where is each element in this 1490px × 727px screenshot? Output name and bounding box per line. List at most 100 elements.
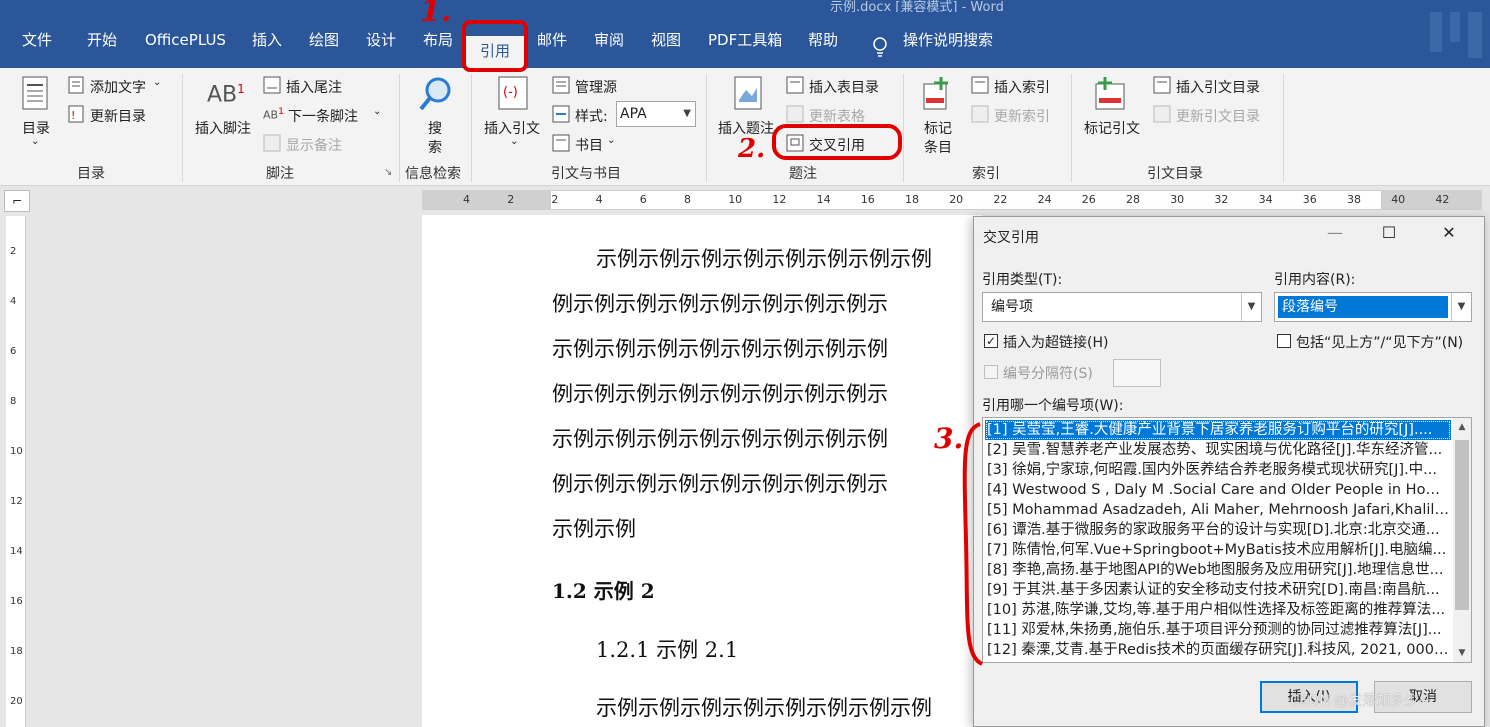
list-scrollbar[interactable]: ▲ ▼ bbox=[1453, 418, 1471, 662]
reference-content-select[interactable]: 段落编号 ▼ bbox=[1274, 292, 1472, 322]
list-item[interactable]: [12] 秦溧,艾青.基于Redis技术的页面缓存研究[J].科技风, 2021… bbox=[985, 640, 1451, 660]
search-button-line2[interactable]: 索 bbox=[428, 137, 442, 157]
tab-draw[interactable]: 绘图 bbox=[309, 26, 339, 54]
chevron-down-icon[interactable]: ⌄ bbox=[510, 136, 518, 147]
doc-line: 示例示例示例示例示例示例示例示例 bbox=[552, 337, 888, 361]
tab-insert[interactable]: 插入 bbox=[252, 26, 282, 54]
minimize-icon[interactable]: — bbox=[1320, 223, 1350, 247]
hyperlink-checkbox[interactable]: ✓ bbox=[984, 334, 998, 348]
tab-home[interactable]: 开始 bbox=[87, 26, 117, 54]
reference-type-value: 编号项 bbox=[991, 299, 1033, 315]
ruler-number: 6 bbox=[639, 193, 647, 206]
mark-entry-button-line2[interactable]: 条目 bbox=[924, 137, 952, 157]
tab-layout[interactable]: 布局 bbox=[423, 26, 453, 54]
toc-button[interactable]: 目录 bbox=[22, 118, 50, 138]
tab-mailings[interactable]: 邮件 bbox=[537, 26, 567, 54]
dropdown-arrow-icon: ▼ bbox=[683, 108, 691, 119]
ruler-number: 10 bbox=[10, 446, 23, 457]
tab-review[interactable]: 审阅 bbox=[594, 26, 624, 54]
vertical-ruler[interactable]: 2 4 6 8 10 12 14 16 18 20 bbox=[6, 216, 26, 727]
search-button-line1[interactable]: 搜 bbox=[428, 118, 442, 138]
ruler-number: 6 bbox=[10, 346, 17, 357]
insert-table-of-figures-button[interactable]: 插入表目录 bbox=[809, 77, 879, 97]
add-text-icon bbox=[68, 76, 84, 94]
update-table-button[interactable]: 更新表格 bbox=[809, 106, 865, 126]
tab-help[interactable]: 帮助 bbox=[808, 26, 838, 54]
list-item[interactable]: [4] Westwood S , Daly M .Social Care and… bbox=[985, 480, 1451, 500]
doc-heading: 1.2 示例 2 bbox=[552, 579, 655, 603]
update-toc-button[interactable]: 更新目录 bbox=[90, 106, 146, 126]
tab-file[interactable]: 文件 bbox=[22, 26, 52, 54]
ruler-number: 4 bbox=[463, 193, 470, 206]
ruler-number: 4 bbox=[10, 296, 17, 307]
ruler-number: 2 bbox=[551, 193, 559, 206]
insert-endnote-button[interactable]: 插入尾注 bbox=[286, 77, 342, 97]
insert-caption-icon bbox=[734, 76, 762, 110]
tab-selector[interactable]: ⌐ bbox=[4, 190, 30, 212]
insert-footnote-button[interactable]: 插入脚注 bbox=[195, 118, 251, 138]
dialog-title: 交叉引用 bbox=[983, 230, 1039, 246]
which-item-label: 引用哪一个编号项(W): bbox=[982, 398, 1124, 414]
doc-line: 示例示例示例示例示例示例示例示例 bbox=[596, 247, 932, 271]
include-above-below-checkbox[interactable] bbox=[1277, 334, 1291, 348]
horizontal-ruler[interactable]: 4 2 2 4 6 8 10 12 14 16 18 20 22 24 26 28 30 32 34 36 38 40 42 bbox=[422, 190, 1482, 210]
update-index-button[interactable]: 更新索引 bbox=[994, 106, 1050, 126]
annotation-step-1: 1. bbox=[420, 0, 452, 29]
chevron-down-icon: ⌄ bbox=[153, 77, 162, 88]
ruler-number: 30 bbox=[1170, 193, 1185, 206]
tab-design[interactable]: 设计 bbox=[366, 26, 396, 54]
dialog-launcher-icon[interactable]: ↘ bbox=[384, 167, 392, 178]
group-label-toc: 目录 bbox=[77, 166, 105, 182]
update-table-icon bbox=[786, 105, 804, 123]
list-item[interactable]: [11] 邓爱林,朱扬勇,施伯乐.基于项目评分预测的协同过滤推荐算法[J]... bbox=[985, 620, 1451, 640]
maximize-icon[interactable]: ☐ bbox=[1374, 223, 1404, 247]
reference-type-select[interactable]: 编号项 ▼ bbox=[982, 292, 1262, 322]
list-item[interactable]: [7] 陈倩怡,何军.Vue+Springboot+MyBatis技术应用解析[… bbox=[985, 540, 1451, 560]
separator-checkbox[interactable] bbox=[984, 365, 998, 379]
separator-input[interactable] bbox=[1113, 359, 1161, 387]
tab-view[interactable]: 视图 bbox=[651, 26, 681, 54]
update-table-of-authorities-button[interactable]: 更新引文目录 bbox=[1176, 106, 1260, 126]
chevron-down-icon[interactable]: ⌄ bbox=[373, 106, 381, 117]
scroll-up-icon[interactable]: ▲ bbox=[1453, 418, 1471, 436]
doc-line: 示例示例 bbox=[552, 517, 636, 541]
list-item[interactable]: [8] 李艳,高扬.基于地图API的Web地图服务及应用研究[J].地理信息世.… bbox=[985, 560, 1451, 580]
manage-sources-icon bbox=[552, 76, 570, 94]
list-item[interactable]: [1] 吴莹莹,王睿.大健康产业背景下居家养老服务订购平台的研究[J].... bbox=[985, 420, 1451, 440]
insert-table-of-authorities-icon bbox=[1153, 76, 1171, 94]
tab-officeplus[interactable]: OfficePLUS bbox=[145, 26, 226, 54]
bibliography-button[interactable]: 书目 bbox=[575, 135, 603, 155]
list-item[interactable]: [10] 苏湛,陈学谦,艾均,等.基于用户相似性选择及标签距离的推荐算法... bbox=[985, 600, 1451, 620]
list-item[interactable]: [5] Mohammad Asadzadeh, Ali Maher, Mehrn… bbox=[985, 500, 1451, 520]
list-item[interactable]: [3] 徐娟,宁家琼,何昭霞.国内外医养结合养老服务模式现状研究[J].中... bbox=[985, 460, 1451, 480]
tell-me-search[interactable]: 操作说明搜索 bbox=[903, 26, 993, 54]
close-icon[interactable]: ✕ bbox=[1434, 223, 1464, 247]
cross-reference-dialog: 交叉引用 — ☐ ✕ 引用类型(T): 编号项 ▼ 引用内容(R): 段落编号 … bbox=[973, 216, 1485, 727]
show-notes-button[interactable]: 显示备注 bbox=[286, 135, 342, 155]
next-footnote-icon: AB1 bbox=[263, 106, 284, 122]
insert-table-of-authorities-button[interactable]: 插入引文目录 bbox=[1176, 77, 1260, 97]
doc-line: 示例示例示例示例示例示例示例示例 bbox=[596, 696, 932, 720]
list-item[interactable]: [6] 谭浩.基于微服务的家政服务平台的设计与实现[D].北京:北京交通... bbox=[985, 520, 1451, 540]
annotation-bracket bbox=[962, 422, 984, 666]
title-bar: 示例.docx [兼容模式] - Word bbox=[0, 0, 1490, 15]
mark-entry-button-line1[interactable]: 标记 bbox=[924, 118, 952, 138]
mark-citation-button[interactable]: 标记引文 bbox=[1084, 118, 1140, 138]
scroll-down-icon[interactable]: ▼ bbox=[1453, 644, 1471, 662]
tab-pdf-tools[interactable]: PDF工具箱 bbox=[708, 26, 782, 54]
insert-citation-button[interactable]: 插入引文 bbox=[484, 118, 540, 138]
next-footnote-button[interactable]: 下一条脚注 bbox=[288, 106, 358, 126]
scrollbar-thumb[interactable] bbox=[1455, 440, 1469, 610]
insert-index-button[interactable]: 插入索引 bbox=[994, 77, 1050, 97]
manage-sources-button[interactable]: 管理源 bbox=[575, 77, 617, 97]
list-item[interactable]: [2] 吴雪.智慧养老产业发展态势、现实困境与优化路径[J].华东经济管... bbox=[985, 440, 1451, 460]
citation-style-select[interactable]: APA ▼ bbox=[616, 101, 696, 127]
list-item[interactable]: [9] 于其洪.基于多因素认证的安全移动支付技术研究[D].南昌:南昌航... bbox=[985, 580, 1451, 600]
add-text-button[interactable]: 添加文字 bbox=[90, 77, 146, 97]
table-of-contents-icon bbox=[22, 76, 48, 110]
numbered-item-list[interactable]: [1] 吴莹莹,王睿.大健康产业背景下居家养老服务订购平台的研究[J].... … bbox=[982, 417, 1472, 663]
endnote-icon bbox=[263, 76, 281, 94]
chevron-down-icon[interactable]: ⌄ bbox=[31, 136, 39, 147]
document-page[interactable]: 示例示例示例示例示例示例示例示例 例示例示例示例示例示例示例示例示 示例示例示例… bbox=[422, 215, 982, 727]
ruler-number: 40 bbox=[1391, 193, 1406, 206]
